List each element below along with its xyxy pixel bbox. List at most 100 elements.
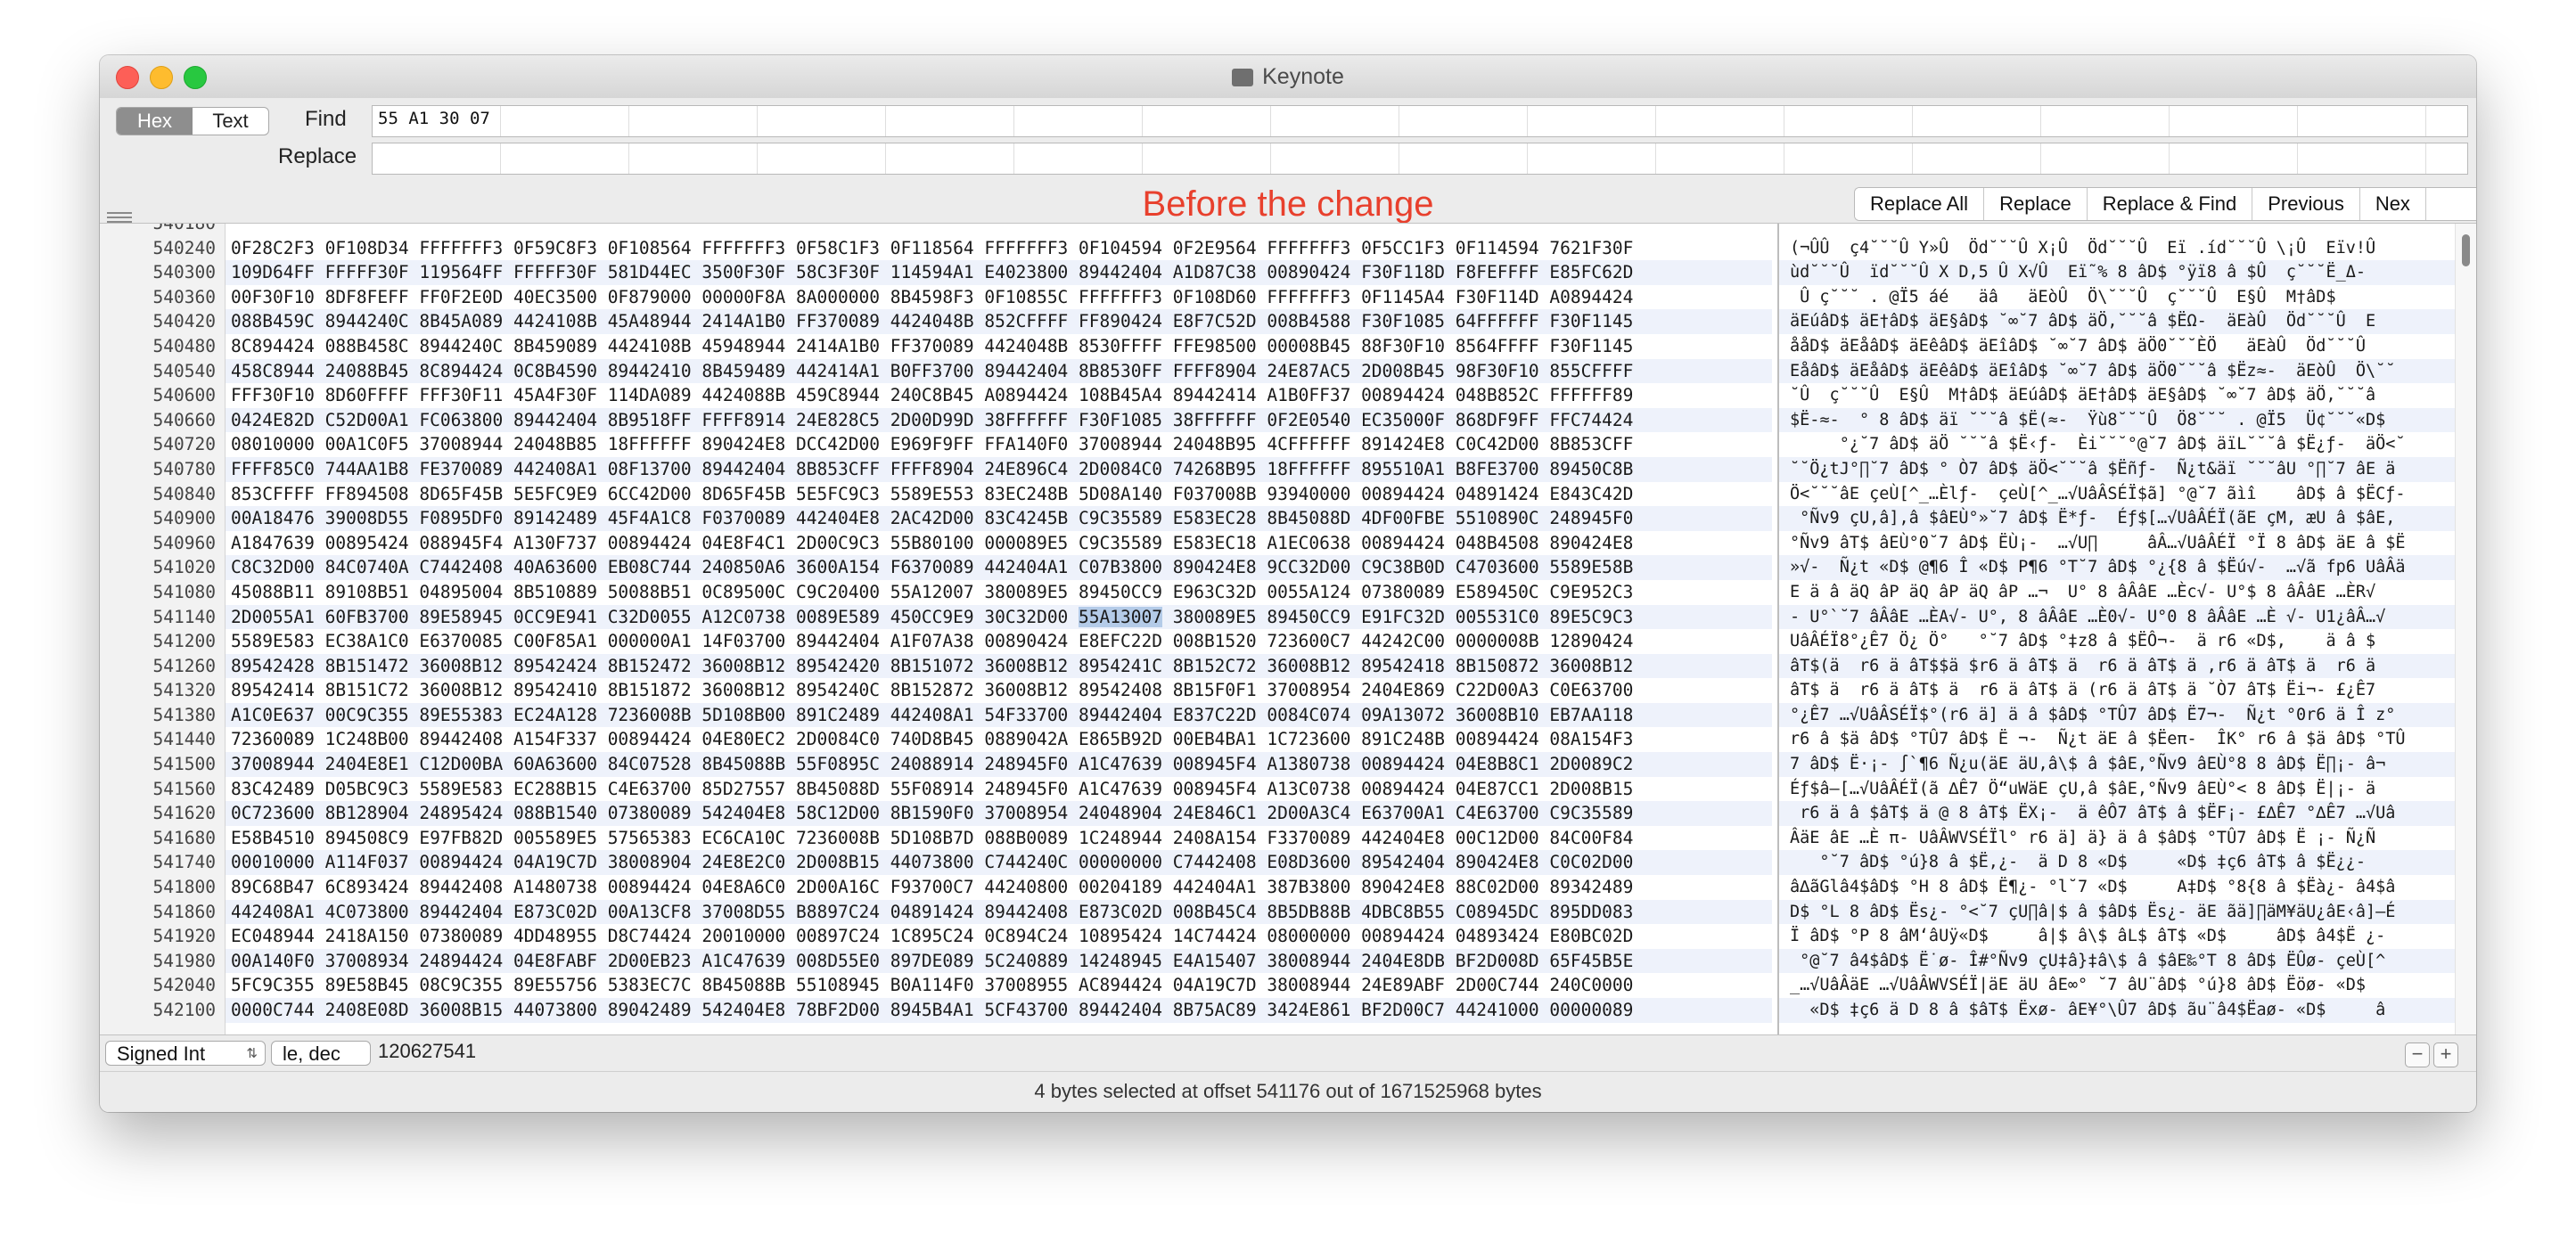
hex-word[interactable]: 89342489 bbox=[1549, 877, 1633, 897]
hex-word[interactable]: 114DA089 bbox=[608, 385, 692, 405]
ascii-row[interactable]: EåâD$ äEåâD$ äEêâD$ äEîâD$ ˘∞˘7 âD$ äÖ0˘… bbox=[1779, 358, 2455, 384]
hex-word[interactable]: 248945F0 bbox=[984, 779, 1068, 799]
hex-word[interactable]: 458C8944 bbox=[231, 361, 315, 381]
hex-word[interactable]: 6CC42D00 bbox=[608, 484, 692, 504]
hex-row[interactable]: E58B4510 894508C9 E97FB82D 005589E5 5756… bbox=[226, 826, 1772, 851]
hex-word[interactable]: 6C893424 bbox=[325, 877, 409, 897]
previous-button[interactable]: Previous bbox=[2252, 188, 2360, 220]
hex-word[interactable]: 18FFFFFF bbox=[608, 434, 692, 454]
hex-word[interactable]: 442408A1 bbox=[513, 459, 597, 479]
hex-word[interactable]: C0C02D00 bbox=[1549, 852, 1633, 872]
hex-word[interactable]: 50088B51 bbox=[608, 582, 692, 602]
hex-word[interactable]: 8B15F0F1 bbox=[1173, 680, 1257, 700]
hex-word[interactable]: 08A154F3 bbox=[1549, 729, 1633, 749]
hex-word[interactable]: FFC74424 bbox=[1549, 410, 1633, 430]
hex-word[interactable]: 37008944 bbox=[231, 754, 315, 774]
hex-word[interactable]: 088B0089 bbox=[984, 828, 1068, 848]
hex-word[interactable]: FFFFFFF3 bbox=[1267, 238, 1350, 258]
hex-word[interactable]: 0F1145A4 bbox=[1361, 287, 1445, 307]
hex-word[interactable]: D8C74424 bbox=[608, 926, 692, 946]
hex-word[interactable]: 08000000 bbox=[1267, 926, 1350, 946]
hex-word[interactable]: 89442404 bbox=[1079, 1000, 1162, 1020]
hex-row[interactable]: FFF30F10 8D60FFFF FFF30F11 45A4F30F 114D… bbox=[226, 383, 1772, 408]
hex-word[interactable]: A0894424 bbox=[1549, 287, 1633, 307]
hex-word[interactable]: 5589E553 bbox=[890, 484, 974, 504]
hex-word[interactable]: 008D55E0 bbox=[796, 951, 880, 971]
hex-word[interactable]: FE370089 bbox=[419, 459, 503, 479]
hex-row[interactable]: 00A140F0 37008934 24894424 04E8FABF 2D00… bbox=[226, 948, 1772, 974]
ascii-row[interactable]: $Ë-≈- ° 8 âD$ äï ˘˘˘â $Ë(≈- Ÿù8˘˘˘Û Ö8˘˘… bbox=[1779, 407, 2455, 433]
ascii-row[interactable]: _…√UâÂäE …√UâÂWVSÉÏ|äE äU âE∞° ˘7 âU¨âD$… bbox=[1779, 973, 2455, 998]
hex-word[interactable]: 2408E08D bbox=[325, 1000, 409, 1020]
hex-word[interactable]: 65F45B5E bbox=[1549, 951, 1633, 971]
hex-word[interactable]: 895510A1 bbox=[1361, 459, 1445, 479]
hex-word[interactable]: 8D60FFFF bbox=[325, 385, 409, 405]
hex-word[interactable]: D05BC9C3 bbox=[325, 779, 409, 799]
hex-word[interactable]: E8F7C52D bbox=[1173, 311, 1257, 331]
hex-word[interactable]: EC24A128 bbox=[513, 705, 597, 725]
hex-word[interactable]: 008945F4 bbox=[1173, 779, 1257, 799]
hex-word[interactable]: FFFF85C0 bbox=[231, 459, 315, 479]
hex-word[interactable]: 89542424 bbox=[513, 656, 597, 676]
hex-word[interactable]: 04891424 bbox=[1456, 484, 1539, 504]
hex-word[interactable]: 89442404 bbox=[513, 410, 597, 430]
hex-word[interactable]: F037008B bbox=[1173, 484, 1257, 504]
hex-word[interactable]: 39008D55 bbox=[325, 508, 409, 528]
ascii-row[interactable]: Éƒ$â–[…√UâÂÉÏ(ã ∆Ê7 Ö“uWäE çU‚â $âE‚°Ñv9… bbox=[1779, 777, 2455, 802]
hex-word[interactable]: A1D87C38 bbox=[1173, 262, 1257, 282]
hex-word[interactable]: 89542428 bbox=[231, 656, 315, 676]
hex-word[interactable]: FFFFFF89 bbox=[1549, 385, 1633, 405]
hex-word[interactable]: 58C12D00 bbox=[796, 803, 880, 823]
hex-word[interactable]: 89450CC9 bbox=[1267, 607, 1350, 627]
hex-word[interactable]: 0F108D60 bbox=[1173, 287, 1257, 307]
hex-word[interactable]: C32D0055 bbox=[608, 607, 692, 627]
hex-word[interactable]: E63700A1 bbox=[1361, 803, 1445, 823]
hex-word[interactable]: 45948944 bbox=[701, 336, 785, 356]
hex-word[interactable]: 2D0089C2 bbox=[1549, 754, 1633, 774]
hex-word[interactable]: 2418A150 bbox=[325, 926, 409, 946]
hex-word[interactable]: 04E8F4C1 bbox=[701, 533, 785, 553]
hex-word[interactable]: B8897C24 bbox=[796, 902, 880, 922]
hex-word[interactable]: 37008955 bbox=[984, 975, 1068, 995]
hex-word[interactable]: F30F1145 bbox=[1549, 336, 1633, 356]
hex-word[interactable]: 89442404 bbox=[984, 361, 1068, 381]
hex-word[interactable]: 24E87AC5 bbox=[1267, 361, 1350, 381]
hex-row[interactable]: 37008944 2404E8E1 C12D00BA 60A63600 84C0… bbox=[226, 752, 1772, 777]
hex-word[interactable]: AC894424 bbox=[1079, 975, 1162, 995]
data-type-select[interactable]: Signed Int ⇅ bbox=[105, 1041, 266, 1066]
hex-word[interactable]: 00894424 bbox=[419, 852, 503, 872]
hex-word[interactable]: 89E58945 bbox=[419, 607, 503, 627]
hex-word[interactable]: 89442408 bbox=[419, 729, 503, 749]
text-mode-button[interactable]: Text bbox=[193, 108, 268, 135]
hex-row[interactable]: FFFF85C0 744AA1B8 FE370089 442408A1 08F1… bbox=[226, 456, 1772, 482]
hex-word[interactable]: A1F07A38 bbox=[890, 631, 974, 651]
hex-word[interactable]: C22D00A3 bbox=[1456, 680, 1539, 700]
hex-word[interactable]: 55A12007 bbox=[890, 582, 974, 602]
hex-word[interactable]: A1EC0638 bbox=[1267, 533, 1350, 553]
hex-word[interactable]: FFFFF30F bbox=[513, 262, 597, 282]
hex-word[interactable]: EB7AA118 bbox=[1549, 705, 1633, 725]
hex-word[interactable]: FFFF8904 bbox=[1173, 361, 1257, 381]
hex-word[interactable]: 442408A1 bbox=[890, 705, 974, 725]
hex-word[interactable]: 20010000 bbox=[701, 926, 785, 946]
hex-word[interactable]: 44073800 bbox=[890, 852, 974, 872]
hex-word[interactable]: 088B1540 bbox=[513, 803, 597, 823]
hex-word[interactable]: E843C42D bbox=[1549, 484, 1633, 504]
hex-word[interactable]: 36008B12 bbox=[701, 656, 785, 676]
hex-word[interactable]: F30F1085 bbox=[1361, 311, 1445, 331]
hex-word[interactable]: 0F5CC1F3 bbox=[1361, 238, 1445, 258]
hex-word[interactable]: 7621F30F bbox=[1549, 238, 1633, 258]
hex-word[interactable]: 2414A1B0 bbox=[701, 311, 785, 331]
ascii-row[interactable]: °¿Ê7 …√UâÂSÉÏ$°(r6 ä] ä â $âD$ °TÛ7 âD$ … bbox=[1779, 702, 2455, 728]
hex-word[interactable]: 5383EC7C bbox=[608, 975, 692, 995]
hex-word[interactable]: EB08C744 bbox=[608, 557, 692, 577]
hex-row[interactable]: 853CFFFF FF894508 8D65F45B 5E5FC9E9 6CC4… bbox=[226, 482, 1772, 507]
hex-word[interactable]: 0C89500C bbox=[701, 582, 785, 602]
hex-word[interactable]: 240C8B45 bbox=[890, 385, 974, 405]
hex-word[interactable]: 2404E8DB bbox=[1361, 951, 1445, 971]
hex-word[interactable]: 8B8530FF bbox=[1079, 361, 1162, 381]
hex-row[interactable]: 0F28C2F3 0F108D34 FFFFFFF3 0F59C8F3 0F10… bbox=[226, 236, 1772, 261]
hex-word[interactable]: FFFFF30F bbox=[325, 262, 409, 282]
hex-word[interactable]: 00000F8A bbox=[701, 287, 785, 307]
hex-word[interactable]: 4424048B bbox=[890, 311, 974, 331]
